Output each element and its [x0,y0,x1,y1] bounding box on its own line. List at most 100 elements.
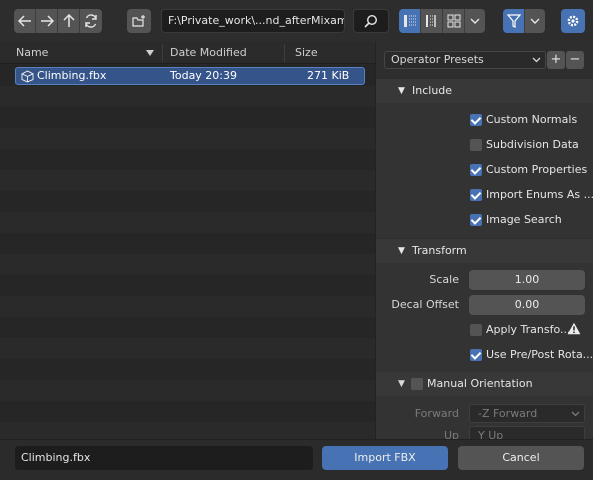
add-preset-button[interactable]: + [547,51,565,69]
file-browser-footer: Climbing.fbx Import FBX Cancel [0,439,593,480]
transform-section-body: Scale 1.00 Decal Offset 0.00 Apply Trans… [376,263,593,439]
file-list-stripe [0,170,375,191]
chevron-down-icon [532,57,541,63]
up-label: Up [443,429,459,439]
display-mode-dropdown[interactable] [465,9,485,33]
chevron-down-icon [470,18,480,24]
decal-offset-label: Decal Offset [391,298,459,311]
import-options-sidebar: Operator Presets + − ▼ Include Custom No… [375,42,593,439]
checkbox-box[interactable] [470,214,482,226]
forward-axis-dropdown[interactable]: -Z Forward [469,404,585,423]
display-mode-toggle [399,9,485,33]
manual-orientation-checkbox[interactable] [411,378,423,390]
include-section-title: Include [412,84,453,97]
remove-preset-button[interactable]: − [566,51,584,69]
checkbox-label: Apply Transfo... [486,323,571,336]
refresh-button[interactable] [80,9,102,33]
file-list-stripe [0,338,375,359]
cancel-button[interactable]: Cancel [458,446,584,470]
file-list-stripe [0,380,375,401]
gear-icon [567,15,579,27]
transform-section-title: Transform [412,244,467,257]
settings-button[interactable] [561,9,585,33]
display-mode-thumbnails[interactable] [443,9,465,33]
checkbox-label: Import Enums As ... [486,188,593,201]
expand-triangle-icon: ▼ [398,86,405,96]
scale-field[interactable]: 1.00 [469,270,585,290]
file-list-stripe [0,191,375,212]
file-list-stripe [0,296,375,317]
file-row-selected[interactable]: Climbing.fbx Today 20:39 271 KiB [15,67,365,85]
checkbox-label: Image Search [486,213,562,226]
manual-orientation-title: Manual Orientation [427,377,533,390]
column-header-date-modified[interactable]: Date Modified [170,42,247,64]
chevron-down-icon [530,18,540,24]
import-fbx-button[interactable]: Import FBX [322,446,448,470]
file-size: 271 KiB [307,69,350,82]
search-icon [364,14,378,28]
file-list-stripe [0,401,375,422]
file-list-stripe [0,254,375,275]
file-list-stripe [0,149,375,170]
checkbox-label: Subdivision Data [486,138,579,151]
vertical-list-icon [403,15,416,27]
mesh-file-icon [21,70,34,83]
checkbox-box[interactable] [470,324,482,336]
file-list-stripe [0,317,375,338]
refresh-icon [85,14,97,28]
column-header-size[interactable]: Size [295,42,318,64]
operator-presets-dropdown[interactable]: Operator Presets [384,51,546,69]
display-mode-vertical-list[interactable] [399,9,421,33]
parent-directory-button[interactable] [58,9,80,33]
forward-button[interactable] [36,9,58,33]
include-section-header[interactable]: ▼ Include [376,79,593,103]
up-axis-value: Y Up [478,429,504,439]
checkbox-box[interactable] [470,139,482,151]
back-button[interactable] [14,9,36,33]
sort-descending-icon[interactable] [146,50,154,56]
display-mode-horizontal-list[interactable] [421,9,443,33]
transform-section-header[interactable]: ▼ Transform [376,239,593,263]
filter-toggle [503,9,545,33]
manual-orientation-header[interactable]: ▼ Manual Orientation [376,372,593,396]
chevron-down-icon [571,411,580,417]
horizontal-list-icon [425,15,436,27]
decal-offset-field[interactable]: 0.00 [469,295,585,315]
operator-presets-label: Operator Presets [391,53,484,66]
column-header-name[interactable]: Name [16,42,48,64]
search-button[interactable] [353,9,389,33]
directory-path-field[interactable]: F:\Private_work\...nd_afterMixamo\ [161,9,345,33]
filter-button[interactable] [503,9,525,33]
file-list-stripe [0,128,375,149]
checkbox-label: Custom Normals [486,113,578,126]
file-list-stripe [0,359,375,380]
filter-icon [506,14,521,28]
file-browser-header: F:\Private_work\...nd_afterMixamo\ [0,0,593,42]
checkbox-box[interactable] [470,189,482,201]
checkbox-box[interactable] [470,114,482,126]
up-axis-dropdown[interactable]: Y Up [469,426,585,439]
column-divider[interactable] [162,44,163,62]
new-folder-button[interactable] [127,9,151,33]
new-folder-icon [132,15,145,27]
expand-triangle-icon: ▼ [398,379,405,389]
file-list-stripe [0,422,375,439]
file-list-stripe [0,86,375,107]
expand-triangle-icon: ▼ [398,246,405,256]
navigation-buttons [14,9,102,33]
scale-label: Scale [429,273,459,286]
thumbnails-icon [447,14,460,28]
include-section-body: Custom Normals Subdivision Data Custom P… [376,103,593,238]
file-date-modified: Today 20:39 [170,69,238,82]
file-list-stripe [0,212,375,233]
file-list-panel: Name Date Modified Size Climbing.fbx Tod… [0,42,375,439]
warning-icon [567,322,581,335]
checkbox-box[interactable] [470,349,482,361]
checkbox-box[interactable] [470,164,482,176]
arrow-left-icon [17,15,31,27]
column-divider[interactable] [284,44,285,62]
filter-dropdown[interactable] [525,9,545,33]
checkbox-label: Use Pre/Post Rota... [486,348,593,361]
checkbox-label: Custom Properties [486,163,588,176]
filename-input[interactable]: Climbing.fbx [15,446,313,470]
